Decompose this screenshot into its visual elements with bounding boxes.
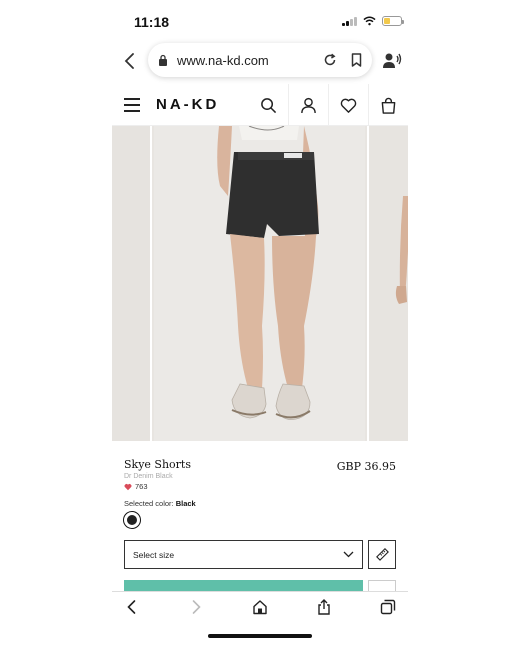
selected-color: Selected color: Black: [124, 499, 196, 508]
site-header: NA-KD: [112, 84, 408, 126]
likes-value: 763: [135, 482, 148, 491]
product-price: GBP 36.95: [336, 460, 396, 473]
status-time: 11:18: [134, 14, 170, 30]
size-guide-button[interactable]: [368, 540, 396, 569]
toolbar-tabs-button[interactable]: [380, 599, 396, 615]
bookmark-icon[interactable]: [351, 53, 362, 67]
back-icon: [127, 600, 136, 614]
bag-button[interactable]: [368, 84, 408, 126]
next-product-image[interactable]: [367, 126, 408, 441]
ruler-icon: [375, 548, 389, 561]
product-subtitle: Dr Denim Black: [124, 473, 173, 480]
likes-count[interactable]: 763: [124, 482, 148, 491]
product-info: Skye Shorts Dr Denim Black 763 GBP 36.95…: [112, 441, 408, 591]
search-button[interactable]: [248, 84, 288, 126]
color-swatch-fill: [127, 515, 137, 525]
back-chevron-icon[interactable]: [122, 52, 138, 70]
url-text: www.na-kd.com: [177, 52, 269, 68]
product-photo-illustration: [154, 126, 365, 441]
wifi-icon: [363, 16, 376, 26]
forward-icon: [192, 600, 201, 614]
toolbar-back-button[interactable]: [124, 599, 140, 615]
color-swatch-black[interactable]: [123, 511, 141, 529]
selected-color-label: Selected color:: [124, 499, 174, 508]
menu-icon[interactable]: [124, 98, 140, 112]
add-to-bag-button[interactable]: [124, 580, 363, 591]
status-icons: [342, 16, 404, 26]
previous-product-image[interactable]: [112, 126, 152, 441]
add-to-wishlist-button[interactable]: [368, 580, 396, 591]
signal-icon: [342, 16, 357, 26]
wishlist-button[interactable]: [328, 84, 368, 126]
bag-icon: [381, 97, 396, 114]
home-indicator[interactable]: [208, 634, 312, 638]
lock-icon: [159, 54, 167, 66]
status-bar: 11:18: [0, 0, 520, 40]
browser-toolbar: [112, 591, 408, 621]
share-icon: [318, 599, 330, 615]
account-button[interactable]: [288, 84, 328, 126]
heart-icon: [340, 98, 357, 113]
site-logo[interactable]: NA-KD: [156, 96, 219, 113]
size-select[interactable]: Select size: [124, 540, 363, 569]
heart-filled-icon: [124, 483, 132, 490]
chevron-down-icon: [343, 551, 354, 558]
selected-color-value: Black: [175, 499, 196, 508]
product-image[interactable]: [154, 126, 365, 441]
reload-icon[interactable]: [323, 53, 337, 67]
product-image-gallery[interactable]: [112, 126, 408, 441]
browser-url-row: www.na-kd.com: [112, 43, 408, 79]
search-icon: [260, 97, 276, 113]
voice-icon[interactable]: [382, 52, 402, 70]
account-icon: [301, 97, 316, 113]
battery-icon: [382, 16, 404, 26]
size-select-label: Select size: [133, 549, 175, 560]
toolbar-home-button[interactable]: [252, 599, 268, 615]
tabs-icon: [380, 599, 396, 615]
address-bar[interactable]: www.na-kd.com: [148, 43, 372, 77]
home-icon: [253, 600, 267, 615]
toolbar-share-button[interactable]: [316, 599, 332, 615]
next-photo-illustration: [369, 126, 408, 441]
product-name: Skye Shorts: [124, 458, 191, 471]
toolbar-forward-button[interactable]: [188, 599, 204, 615]
